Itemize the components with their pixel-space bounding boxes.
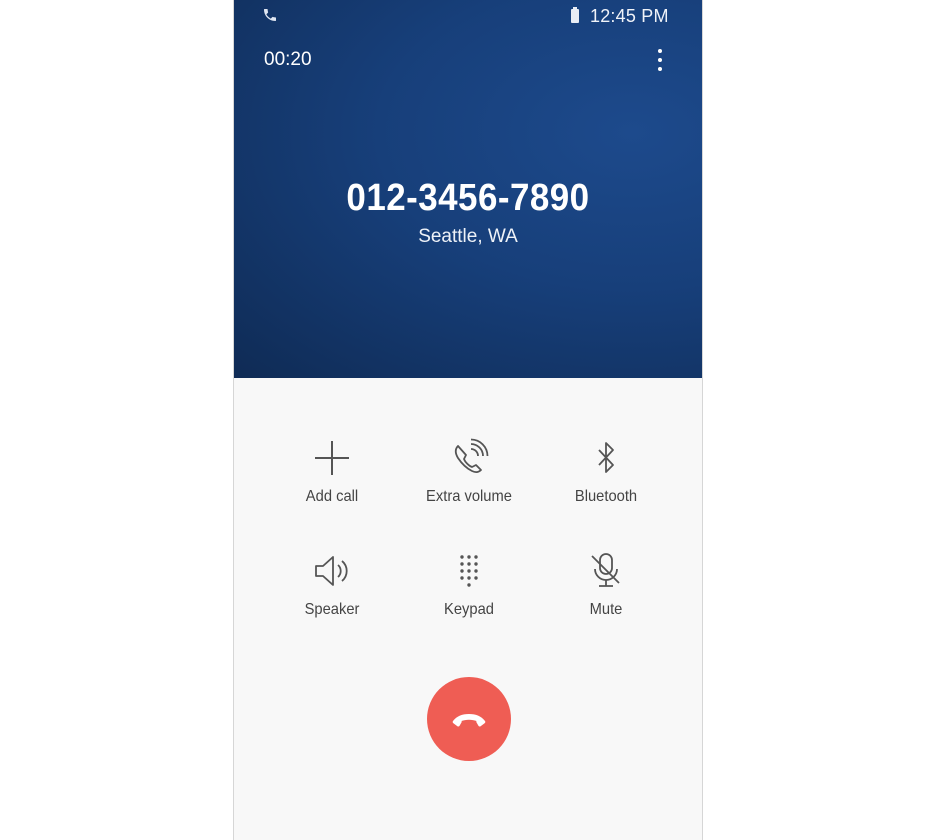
extra-volume-label: Extra volume	[426, 488, 512, 505]
mute-label: Mute	[589, 601, 623, 618]
speaker-button[interactable]: Speaker	[264, 543, 400, 633]
battery-icon	[571, 7, 579, 23]
phone-volume-icon	[454, 438, 489, 473]
bluetooth-button[interactable]: Bluetooth	[538, 430, 674, 520]
keypad-label: Keypad	[444, 601, 494, 618]
speaker-icon	[315, 556, 348, 586]
keypad-icon	[460, 555, 478, 587]
phone-icon	[264, 9, 276, 21]
call-timer: 00:20	[264, 49, 312, 70]
speaker-label: Speaker	[304, 601, 360, 618]
phone-screen: 12:45 PM 00:20 012-3456-7890 Seattle, WA…	[233, 0, 703, 840]
extra-volume-button[interactable]: Extra volume	[401, 430, 537, 520]
bluetooth-icon	[598, 442, 614, 473]
keypad-button[interactable]: Keypad	[401, 543, 537, 633]
bluetooth-label: Bluetooth	[574, 488, 638, 505]
caller-location: Seattle, WA	[418, 226, 518, 247]
mute-button[interactable]: Mute	[538, 543, 674, 633]
status-clock: 12:45 PM	[590, 6, 669, 26]
caller-number: 012-3456-7890	[346, 177, 590, 219]
status-bar: 12:45 PM	[234, 0, 702, 32]
end-call-icon	[452, 714, 486, 727]
mute-mic-icon	[591, 553, 620, 587]
add-call-label: Add call	[305, 488, 359, 505]
call-header: 12:45 PM 00:20 012-3456-7890 Seattle, WA	[234, 0, 702, 378]
end-call-button[interactable]	[427, 677, 511, 761]
plus-icon	[315, 441, 349, 475]
more-options-icon[interactable]	[650, 46, 670, 74]
add-call-button[interactable]: Add call	[264, 430, 400, 520]
